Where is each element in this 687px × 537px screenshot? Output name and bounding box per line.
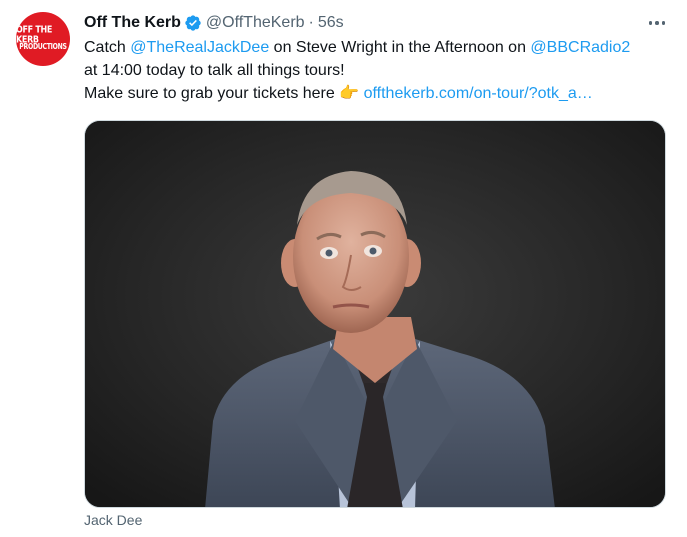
tweet-text: Catch @TheRealJackDee on Steve Wright in…	[84, 36, 674, 105]
avatar-logo-line2: PRODUCTIONS	[19, 42, 67, 52]
photo-caption: Jack Dee	[84, 512, 143, 528]
avatar-logo-line1: OFF THE KERB	[16, 23, 53, 45]
display-name[interactable]: Off The Kerb	[84, 14, 181, 32]
url-link[interactable]: offthekerb.com/on-tour/?otk_a…	[364, 85, 593, 102]
photo-portrait	[85, 121, 665, 507]
more-options-icon[interactable]	[648, 14, 665, 32]
text-segment: on Steve Wright in the Afternoon on	[269, 39, 531, 56]
text-line-2: at 14:00 today to talk all things tours!	[84, 62, 345, 79]
mention-link-jackdee[interactable]: @TheRealJackDee	[130, 39, 269, 56]
mention-link-bbcradio2[interactable]: @BBCRadio2	[530, 39, 630, 56]
tweet[interactable]: OFF THE KERB PRODUCTIONS Off The Kerb @O…	[0, 0, 687, 537]
text-segment: Make sure to grab your tickets here	[84, 85, 340, 102]
separator-dot: ·	[308, 14, 314, 31]
tweet-header: Off The Kerb @OffTheKerb · 56s	[84, 12, 673, 34]
handle[interactable]: @OffTheKerb	[206, 14, 305, 32]
verified-badge-icon	[185, 15, 201, 31]
avatar[interactable]: OFF THE KERB PRODUCTIONS	[16, 12, 70, 66]
tweet-photo[interactable]	[84, 120, 666, 508]
timestamp[interactable]: 56s	[318, 14, 344, 32]
text-segment: Catch	[84, 39, 131, 56]
pointing-hand-emoji-icon: 👉	[339, 85, 360, 102]
